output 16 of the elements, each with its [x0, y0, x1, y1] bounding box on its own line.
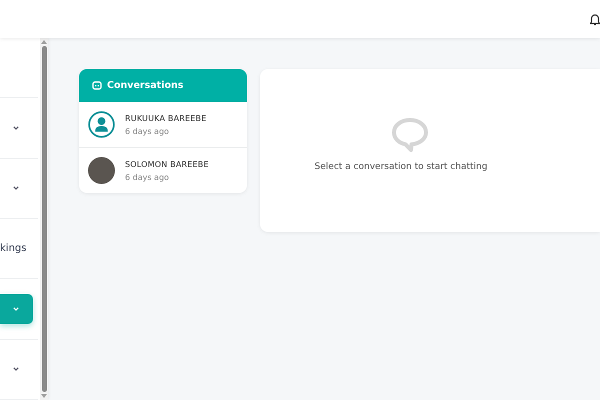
- user-avatar-icon: [88, 111, 115, 138]
- scrollbar[interactable]: [40, 38, 48, 400]
- speech-bubble-icon: [391, 117, 429, 153]
- conversation-item[interactable]: SOLOMON BAREEBE 6 days ago: [79, 148, 247, 193]
- contact-name: SOLOMON BAREEBE: [125, 160, 209, 168]
- conversation-item[interactable]: RUKUUKA BAREEBE 6 days ago: [79, 102, 247, 148]
- contact-name: RUKUUKA BAREEBE: [125, 114, 206, 122]
- bell-icon[interactable]: [590, 14, 600, 26]
- photo-placeholder: [88, 157, 115, 184]
- menu-item[interactable]: [0, 294, 33, 324]
- menu-item[interactable]: kings: [0, 234, 33, 264]
- timestamp: 6 days ago: [125, 126, 170, 136]
- timestamp: 6 days ago: [125, 172, 170, 182]
- chat-icon: [92, 81, 102, 90]
- card-title: Conversations: [107, 80, 184, 91]
- empty-state-message: Select a conversation to start chatting: [314, 162, 488, 172]
